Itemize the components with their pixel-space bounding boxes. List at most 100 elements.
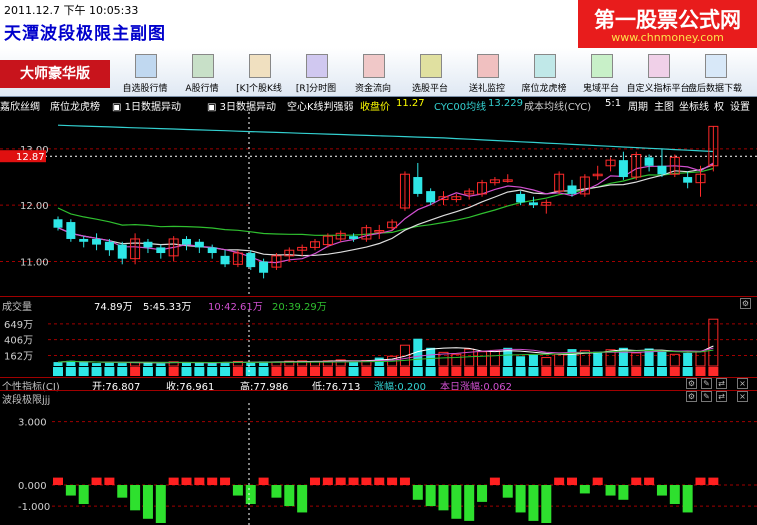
- wave-bar: [425, 485, 436, 507]
- wave-link-icon[interactable]: ✎: [701, 391, 712, 402]
- wave-bar: [451, 485, 462, 519]
- main-chart-button[interactable]: 主图: [654, 98, 674, 113]
- brand-name: 第一股票公式网: [594, 8, 741, 32]
- ci-strip-cell: [656, 367, 667, 376]
- current-price-label: 12.87: [16, 152, 45, 163]
- volume-settings-icon[interactable]: ⚙: [740, 298, 751, 309]
- ci-strip-cell: [644, 367, 655, 376]
- ci-strip-cell: [515, 367, 526, 376]
- candle-body: [413, 177, 423, 194]
- ci-strip-cell: [232, 367, 243, 376]
- volume-bar: [593, 351, 603, 366]
- ci-strip-cell: [528, 367, 539, 376]
- seat-tab[interactable]: 席位龙虎榜: [50, 98, 100, 113]
- volume-bar: [631, 352, 642, 367]
- wave-bar: [310, 477, 320, 485]
- wave-bar: [605, 485, 616, 496]
- indicator-param-icon[interactable]: ⇄: [716, 378, 727, 389]
- wave-chart[interactable]: 3.000 0.000 -1.000: [0, 403, 757, 525]
- wave-bar: [644, 477, 655, 485]
- candle-body: [143, 241, 153, 248]
- volume-bar: [669, 353, 680, 367]
- brand-banner[interactable]: 第一股票公式网 www.chnmoney.com: [578, 0, 757, 48]
- candle-body: [92, 238, 102, 245]
- a-share-icon: [192, 54, 214, 78]
- wave-bar: [682, 485, 693, 513]
- wave-param-icon[interactable]: ⇄: [716, 391, 727, 402]
- hollow-kline-toggle[interactable]: 空心K线判强弱: [287, 98, 354, 113]
- money-flow-icon: [363, 54, 385, 78]
- ratio-label[interactable]: 5:1: [605, 98, 621, 109]
- wave-bar: [155, 485, 166, 523]
- axis-button[interactable]: 坐标线: [679, 98, 709, 113]
- price-chart[interactable]: 13.0012.0011.0012.87: [0, 112, 757, 296]
- volume-bar: [541, 357, 552, 367]
- wave-tick-label: 3.000: [18, 418, 47, 429]
- ci-strip-cell: [53, 367, 63, 376]
- settings-button[interactable]: 设置: [730, 98, 750, 113]
- volume-bar: [708, 318, 719, 367]
- price-tick-label: 11.00: [20, 257, 49, 268]
- custom-indicator-icon: [648, 54, 670, 78]
- ci-strip-cell: [258, 367, 269, 376]
- wave-tick-label: -1.000: [18, 502, 50, 513]
- ci-strip-cell: [412, 367, 423, 376]
- ci-strip-cell: [310, 367, 320, 376]
- wave-close-icon[interactable]: ×: [737, 391, 748, 402]
- ci-strip-cell: [618, 367, 629, 376]
- wave-bar: [53, 477, 63, 485]
- time: 10:05:33: [88, 4, 139, 17]
- ci-strip-cell: [708, 367, 719, 376]
- wave-bar: [245, 485, 256, 504]
- wave-bar: [528, 485, 539, 521]
- wave-bar: [297, 485, 308, 513]
- ci-strip-cell: [477, 367, 488, 376]
- checkbox-3day[interactable]: ▣ 3日数据异动: [207, 98, 276, 113]
- ci-strip-cell: [579, 367, 590, 376]
- period: 下午: [63, 4, 86, 17]
- wave-bar: [117, 485, 128, 498]
- indicator-link-icon[interactable]: ✎: [701, 378, 712, 389]
- wave-bar: [669, 485, 680, 504]
- ci-strip-cell: [297, 367, 308, 376]
- indicator-settings-icon[interactable]: ⚙: [686, 378, 697, 389]
- wave-separator: [0, 390, 757, 391]
- wave-bar: [207, 477, 218, 485]
- ci-strip-cell: [220, 367, 231, 376]
- ci-strip-cell: [117, 367, 128, 376]
- ci-strip-cell: [78, 367, 89, 376]
- rights-button[interactable]: 权: [714, 98, 724, 113]
- wave-bar: [592, 477, 603, 485]
- stock-name[interactable]: 嘉欣丝绸: [0, 98, 40, 113]
- volume-bar: [554, 353, 565, 367]
- wave-bar: [271, 485, 282, 498]
- intraday-icon: [306, 54, 328, 78]
- candle-body: [426, 191, 436, 203]
- wave-bar: [489, 477, 500, 485]
- indicator-close-icon[interactable]: ×: [737, 378, 748, 389]
- candle-body: [516, 193, 526, 203]
- ci-strip-cell: [425, 367, 436, 376]
- period-button[interactable]: 周期: [628, 98, 648, 113]
- candle-body: [246, 253, 256, 268]
- ci-strip-cell: [142, 367, 153, 376]
- wave-bar: [194, 477, 205, 485]
- volume-chart[interactable]: 649万 406万 162万: [0, 310, 757, 376]
- wave-bar: [464, 485, 475, 521]
- toolbar-button-10[interactable]: 盘后数据下载: [684, 54, 746, 94]
- ci-strip-cell: [592, 367, 603, 376]
- chart-header: 嘉欣丝绸 席位龙虎榜 ▣ 1日数据异动 ▣ 3日数据异动 空心K线判强弱 收盘价…: [0, 97, 757, 113]
- checkbox-1day[interactable]: ▣ 1日数据异动: [112, 98, 181, 113]
- ci-strip-cell: [438, 367, 449, 376]
- wave-settings-icon[interactable]: ⚙: [686, 391, 697, 402]
- candle-body: [618, 160, 628, 178]
- ci-strip-cell: [194, 367, 205, 376]
- ci-strip-cell: [605, 367, 616, 376]
- ci-strip-cell: [271, 367, 282, 376]
- wave-bar: [65, 485, 76, 496]
- volume-bar: [477, 351, 488, 367]
- candle-body: [528, 202, 538, 206]
- kline-icon: [249, 54, 271, 78]
- volume-bar: [246, 362, 256, 366]
- toolbar: 大师豪华版 自选股行情 A股行情 [K]个股K线 [R]分时图 资金流向 选股平台 送礼监控…: [0, 48, 757, 97]
